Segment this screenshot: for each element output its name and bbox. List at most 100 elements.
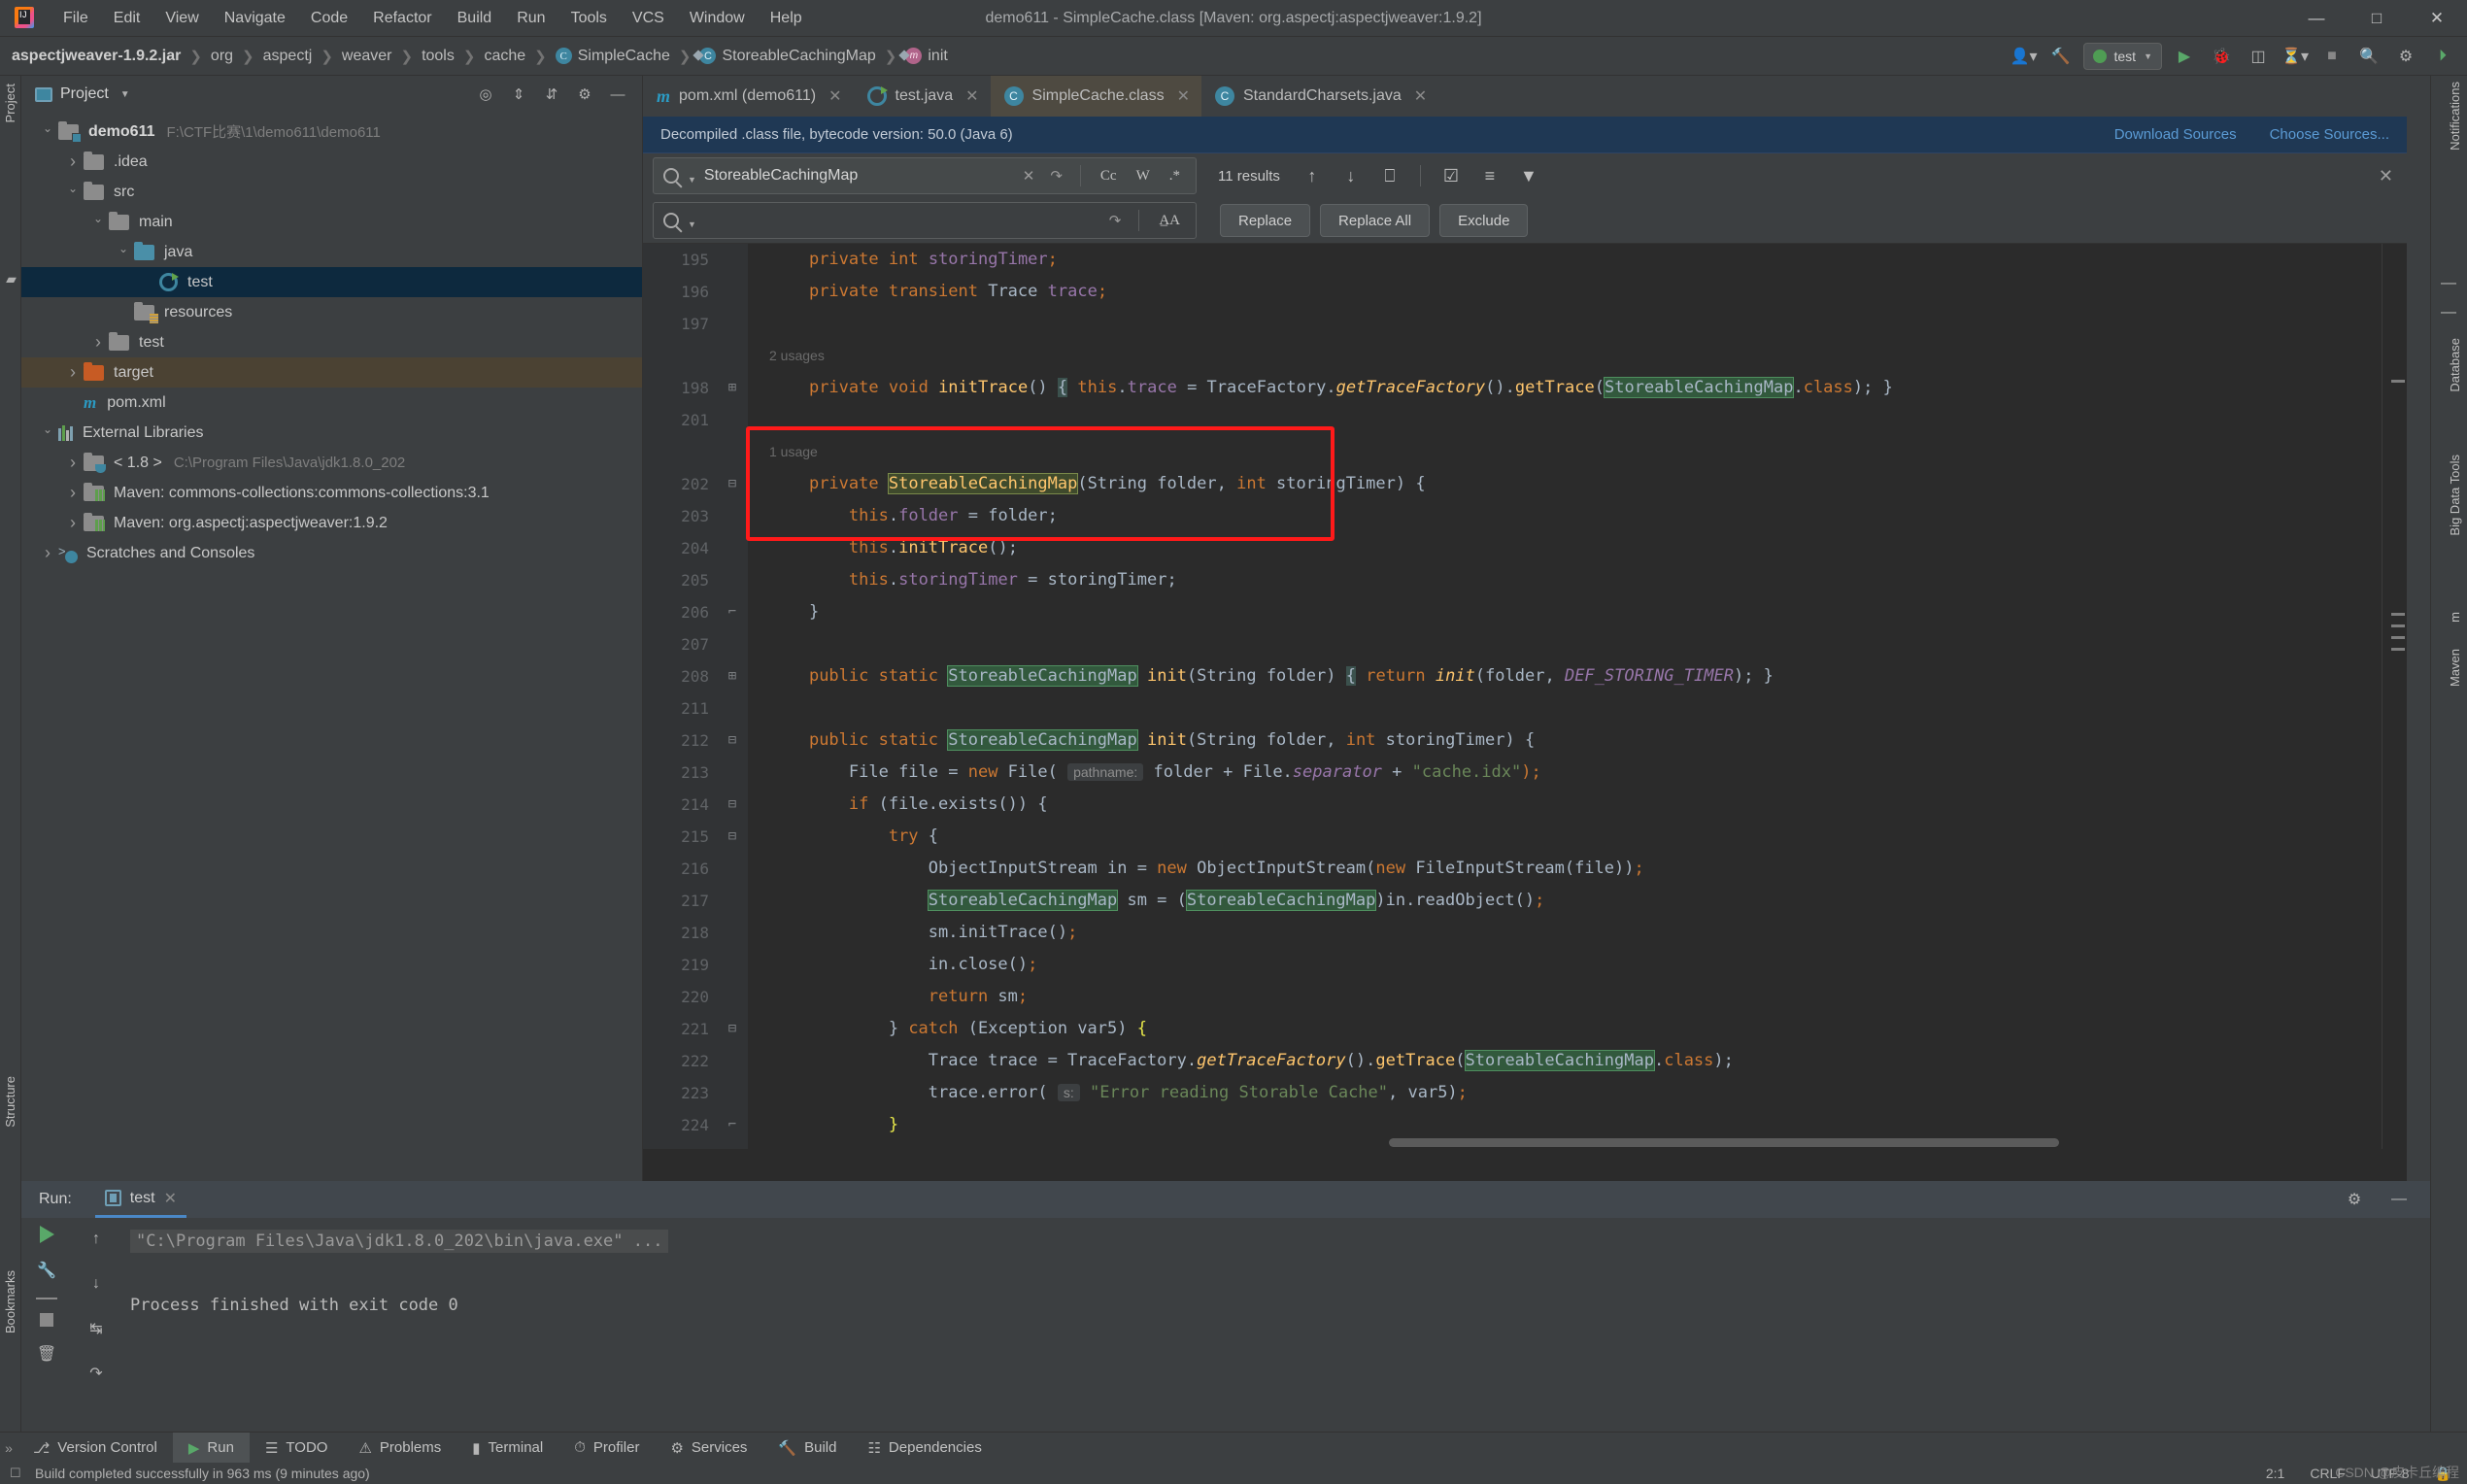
close-find-icon[interactable]: ✕ [2379,166,2393,186]
bottom-tab-problems[interactable]: ⚠ Problems [343,1433,456,1464]
project-tree[interactable]: demo611 F:\CTF比赛\1\demo611\demo611 .idea sr… [21,117,642,568]
editor-scrollbar-rail[interactable] [2382,244,2407,1149]
tree-node-demo611[interactable]: demo611 F:\CTF比赛\1\demo611\demo611 [21,117,642,147]
replace-button[interactable]: Replace [1220,204,1311,237]
close-icon[interactable]: ✕ [1177,86,1190,106]
chevron-down-icon[interactable]: ▼ [688,175,696,185]
tree-node-maven-org-aspectj-aspectjweaver-1-9-2[interactable]: Maven: org.aspectj:aspectjweaver:1.9.2 [21,508,642,538]
trash-icon[interactable]: 🗑 [33,1340,60,1367]
fold-marker-icon[interactable] [717,340,748,372]
fold-marker-icon[interactable] [717,949,748,981]
menu-item-build[interactable]: Build [445,6,505,31]
tree-node--idea[interactable]: .idea [21,147,642,177]
close-button[interactable]: ✕ [2407,0,2467,37]
caret-position[interactable]: 2:1 [2266,1466,2284,1481]
fold-marker-icon[interactable]: ⌐ [717,596,748,628]
strip-tab-project[interactable]: Project [3,84,17,122]
chevron-right-icon[interactable] [62,513,84,533]
tree-node-scratches-and-consoles[interactable]: >_ Scratches and Consoles [21,538,642,568]
fold-marker-icon[interactable] [717,628,748,660]
menu-item-refactor[interactable]: Refactor [360,6,444,31]
fold-marker-icon[interactable] [717,885,748,917]
tree-node-resources[interactable]: resources [21,297,642,327]
project-folder-icon[interactable]: ▰ [2,270,20,288]
collapse-icon[interactable]: — [2435,270,2462,297]
fold-marker-icon[interactable] [717,500,748,532]
bottom-tab-version-control[interactable]: ⎇ Version Control [17,1433,173,1464]
strip-tab-bookmarks[interactable]: Bookmarks [3,1270,17,1333]
hide-icon[interactable]: — [603,81,632,108]
fold-marker-icon[interactable] [717,1045,748,1077]
preserve-case-toggle[interactable]: A̲A [1153,213,1186,229]
chevron-right-icon[interactable] [62,152,84,172]
stop-icon[interactable] [40,1313,53,1327]
fold-marker-icon[interactable] [717,917,748,949]
search-icon[interactable]: 🔍 [2354,42,2383,71]
run-console[interactable]: "C:\Program Files\Java\jdk1.8.0_202\bin\… [120,1218,2430,1432]
fold-marker-icon[interactable] [717,757,748,789]
horizontal-scrollbar[interactable] [748,1135,2302,1149]
fold-marker-icon[interactable] [717,404,748,436]
menu-item-help[interactable]: Help [758,6,815,31]
breadcrumb[interactable]: aspectjweaver-1.9.2.jar ❯ org ❯ aspectj ❯ weav… [0,48,951,65]
profile-icon[interactable]: ⏳▾ [2281,42,2310,71]
print-icon[interactable]: ↷ [83,1360,110,1387]
expand-all-icon[interactable]: ⇕ [504,81,533,108]
download-sources-link[interactable]: Download Sources [2114,126,2237,143]
run-configuration-selector[interactable]: test ▼ [2082,42,2162,70]
strip-tab-structure[interactable]: Structure [3,1076,17,1128]
history-icon[interactable]: ↷ [1105,212,1126,229]
maximize-button[interactable]: □ [2347,0,2407,37]
editor-tab-standardcharsets[interactable]: C StandardCharsets.java ✕ [1201,76,1438,117]
coverage-icon[interactable]: ◫ [2244,42,2273,71]
bottom-tab-terminal[interactable]: ▮ Terminal [456,1433,558,1464]
strip-tab-notifications[interactable]: Notifications [2448,82,2462,151]
close-icon[interactable]: ✕ [828,86,841,106]
fold-marker-icon[interactable]: ⌐ [717,1109,748,1141]
bottom-tab-services[interactable]: ⚙ Services [655,1433,762,1464]
tree-node-java[interactable]: java [21,237,642,267]
collapse-all-icon[interactable]: ⇵ [537,81,566,108]
editor-tab-test[interactable]: test.java ✕ [854,76,991,117]
menu-item-view[interactable]: View [152,6,211,31]
locate-icon[interactable]: ◎ [471,81,500,108]
fold-marker-icon[interactable]: ⊞ [717,372,748,404]
fold-marker-icon[interactable] [717,1077,748,1109]
code-editor[interactable]: 195 private int storingTimer; 196 private… [643,244,2407,1149]
regex-toggle[interactable]: .* [1164,168,1186,185]
editor-tab-pom[interactable]: m pom.xml (demo611) ✕ [643,76,854,117]
bottom-tab-dependencies[interactable]: ☷ Dependencies [852,1433,997,1464]
prev-match-icon[interactable]: ↑ [1298,161,1327,190]
tree-node-src[interactable]: src [21,177,642,207]
history-icon[interactable]: ↷ [1046,167,1066,185]
minimize-button[interactable]: — [2286,0,2347,37]
filter-options-icon[interactable]: ≡ [1475,161,1504,190]
expand-strip-icon[interactable]: » [0,1440,17,1456]
fold-marker-icon[interactable]: ⊞ [717,660,748,692]
fold-marker-icon[interactable] [717,532,748,564]
menu-item-run[interactable]: Run [504,6,558,31]
menu-item-tools[interactable]: Tools [558,6,620,31]
hide-icon[interactable]: — [2385,1186,2413,1213]
breadcrumb-item-0[interactable]: aspectjweaver-1.9.2.jar [0,48,184,65]
chevron-right-icon[interactable] [62,483,84,503]
fold-marker-icon[interactable]: ⊟ [717,821,748,853]
breadcrumb-item-7[interactable]: C StoreableCachingMap [696,48,878,65]
fold-marker-icon[interactable]: ⊟ [717,468,748,500]
fold-marker-icon[interactable]: ⊟ [717,725,748,757]
menu-item-window[interactable]: Window [677,6,758,31]
tree-node-maven-commons-collections-commons-collections-3-1[interactable]: Maven: commons-collections:commons-colle… [21,478,642,508]
down-icon[interactable]: ↓ [83,1270,110,1298]
breadcrumb-item-8[interactable]: m init [902,48,950,65]
strip-tab-database[interactable]: Database [2448,338,2462,392]
breadcrumb-item-3[interactable]: weaver [339,48,395,65]
chevron-right-icon[interactable] [62,453,84,473]
bottom-tab-profiler[interactable]: ⏱ Profiler [558,1433,655,1464]
scrollbar-thumb[interactable] [1389,1138,2059,1147]
chevron-right-icon[interactable] [37,543,58,563]
chevron-down-icon[interactable] [37,125,58,139]
breadcrumb-item-6[interactable]: C SimpleCache [553,48,673,65]
open-in-find-window-icon[interactable]: ⎕ [1375,161,1404,190]
close-icon[interactable]: ✕ [1414,86,1427,106]
replace-input[interactable]: ▼ ↷ A̲A [653,202,1197,239]
